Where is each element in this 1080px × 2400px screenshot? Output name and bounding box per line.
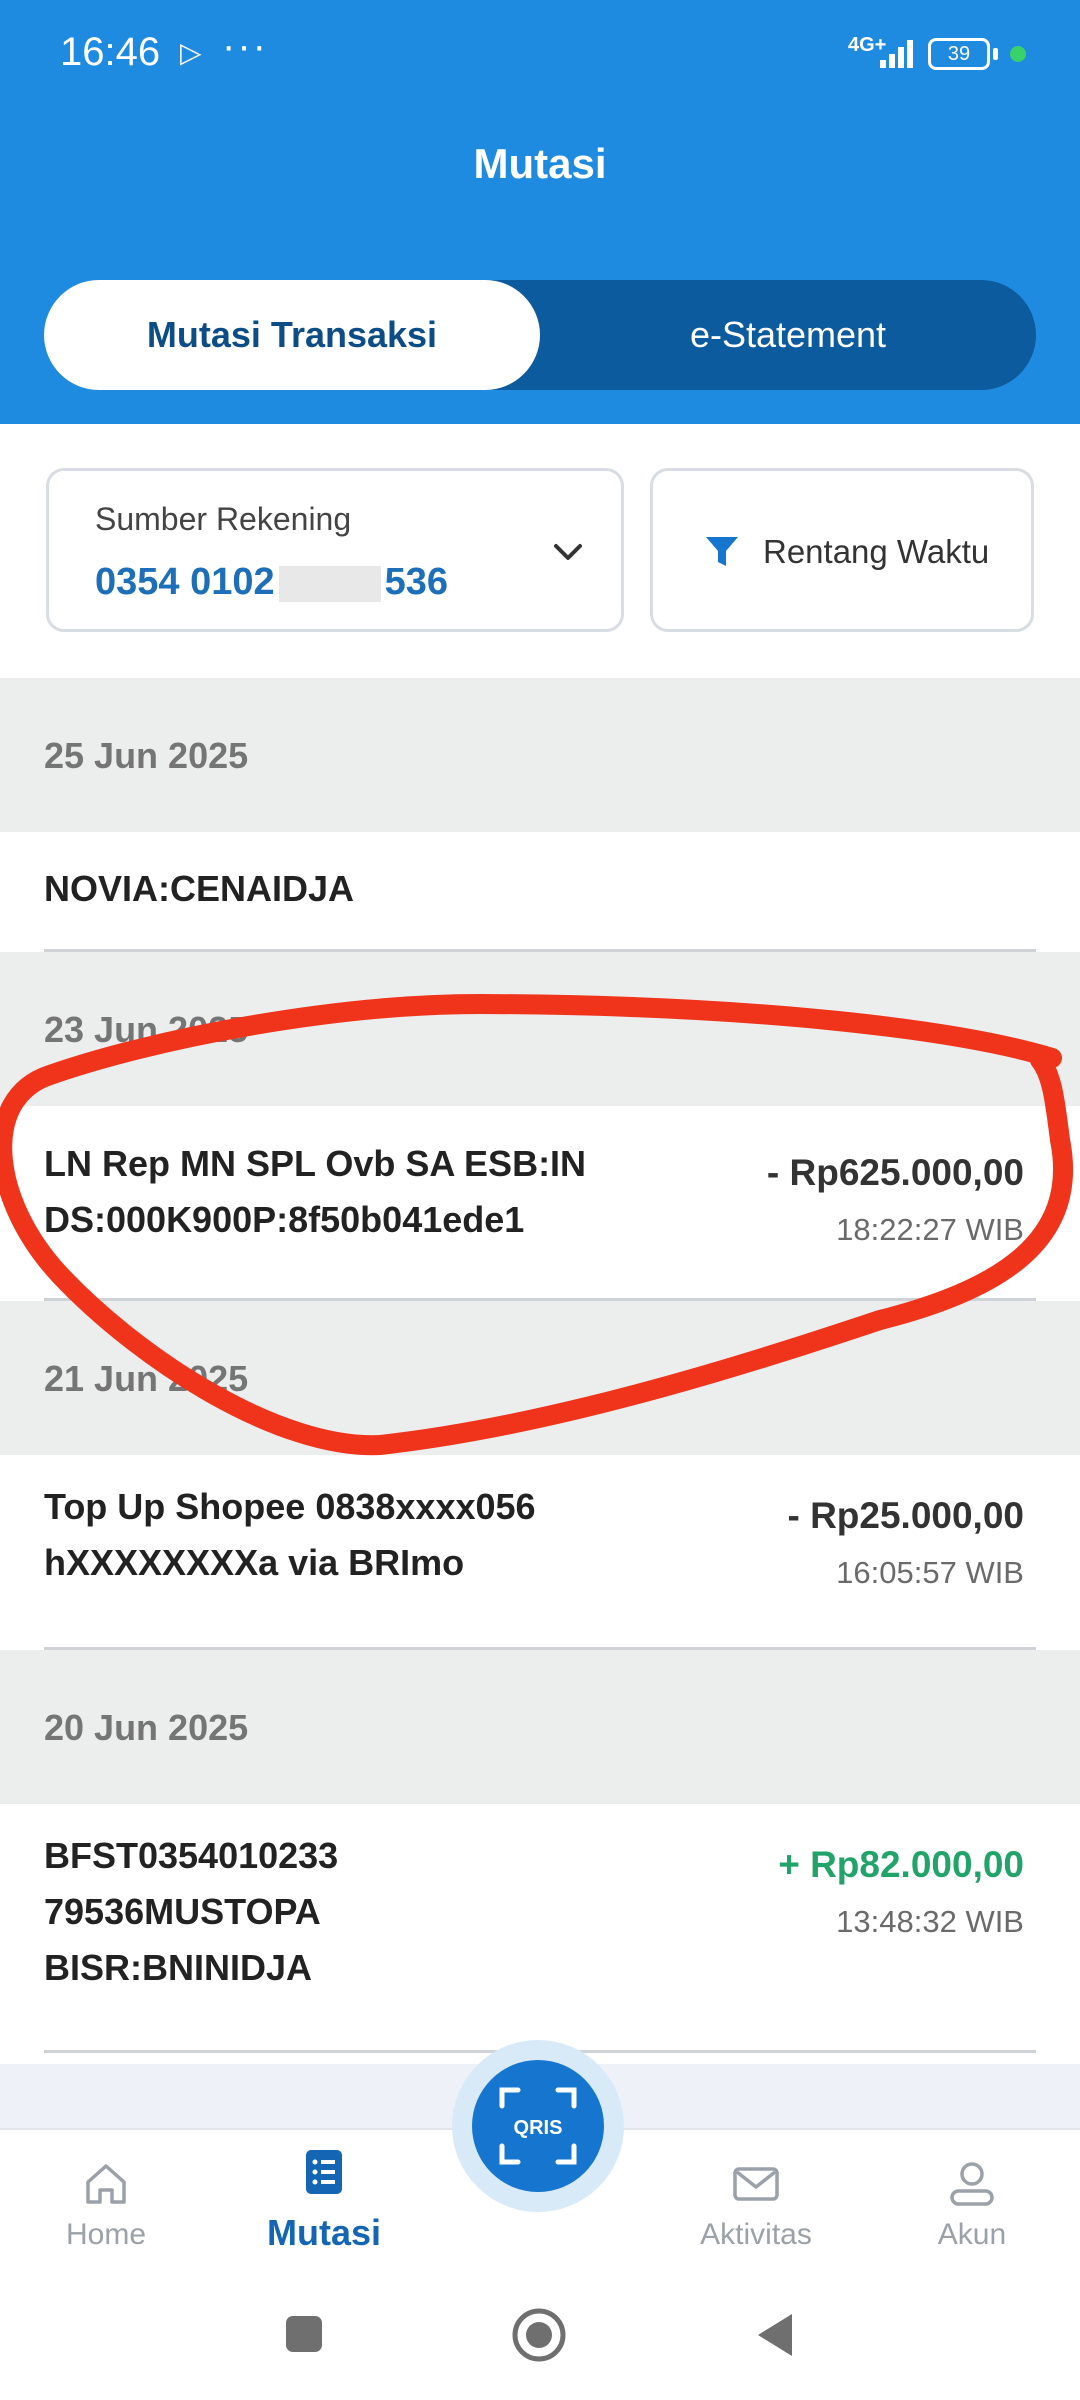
list-document-icon <box>306 2150 342 2194</box>
status-bar: 16:46 ▷ ··· 4G+ 39 <box>0 0 1080 110</box>
nav-mutasi-label: Mutasi <box>266 2212 381 2253</box>
transaction-desc-line: Top Up Shopee 0838xxxx056 <box>44 1486 536 1527</box>
transaction-amount: - Rp625.000,00 <box>766 1152 1024 1193</box>
qris-scan-button[interactable]: QRIS <box>472 2060 604 2192</box>
date-label: 23 Jun 2025 <box>44 1009 249 1050</box>
nav-akun[interactable]: Akun <box>882 2130 1062 2272</box>
status-time: 16:46 <box>60 30 161 74</box>
nav-aktivitas-label: Aktivitas <box>700 2218 812 2251</box>
system-navigation-bar <box>0 2270 1080 2400</box>
date-label: 21 Jun 2025 <box>44 1358 249 1399</box>
transaction-desc-line: hXXXXXXXXa via BRImo <box>44 1542 465 1583</box>
filter-funnel-icon <box>706 537 738 566</box>
transaction-desc-line: 79536MUSTOPA <box>44 1891 321 1932</box>
account-number-redaction <box>278 565 381 602</box>
battery-icon: 39 <box>928 38 990 70</box>
nav-akun-label: Akun <box>937 2218 1007 2251</box>
date-header: 20 Jun 2025 <box>0 1650 1080 1804</box>
transaction-list: 25 Jun 2025 NOVIA:CENAIDJA 23 Jun 2025 L… <box>0 678 1080 2128</box>
back-triangle-icon[interactable] <box>752 2310 798 2360</box>
transaction-time: 13:48:32 WIB <box>836 1904 1024 1939</box>
transaction-row[interactable]: BFST0354010233 79536MUSTOPA BISR:BNINIDJ… <box>0 1804 1080 2052</box>
battery-tip <box>993 48 998 60</box>
account-number-suffix: 536 <box>384 561 449 603</box>
transaction-desc-line: DS:000K900P:8f50b041ede1 <box>44 1199 525 1240</box>
privacy-indicator-dot <box>1010 46 1026 62</box>
time-range-filter-button[interactable]: Rentang Waktu <box>650 468 1034 632</box>
account-source-label: Sumber Rekening <box>95 501 352 537</box>
account-number: 0354 0102 536 <box>95 561 448 604</box>
qris-scan-icon: QRIS <box>499 2087 577 2165</box>
transaction-desc: Top Up Shopee 0838xxxx056 hXXXXXXXXa via… <box>44 1479 536 1591</box>
chevron-down-icon <box>554 544 582 560</box>
transaction-desc-line: BISR:BNINIDJA <box>44 1947 313 1988</box>
more-notifications-icon: ··· <box>222 24 268 68</box>
date-header: 21 Jun 2025 <box>0 1301 1080 1455</box>
nav-aktivitas[interactable]: Aktivitas <box>666 2130 846 2272</box>
tab-e-statement[interactable]: e-Statement <box>540 280 1036 390</box>
nav-home[interactable]: Home <box>16 2130 196 2272</box>
date-label: 20 Jun 2025 <box>44 1707 249 1748</box>
transaction-row[interactable]: LN Rep MN SPL Ovb SA ESB:IN DS:000K900P:… <box>0 1106 1080 1302</box>
nav-mutasi[interactable]: Mutasi <box>234 2130 414 2272</box>
user-icon <box>950 2162 994 2206</box>
time-range-label: Rentang Waktu <box>763 533 990 570</box>
qris-label: QRIS <box>514 2117 563 2139</box>
transaction-amount: - Rp25.000,00 <box>787 1495 1024 1536</box>
transaction-amount: + Rp82.000,00 <box>778 1844 1024 1885</box>
date-label: 25 Jun 2025 <box>44 735 249 776</box>
home-icon <box>86 2164 126 2204</box>
date-header: 23 Jun 2025 <box>0 952 1080 1106</box>
account-source-dropdown[interactable]: Sumber Rekening 0354 0102 536 <box>46 468 624 632</box>
account-number-prefix: 0354 0102 <box>95 561 275 603</box>
nav-home-label: Home <box>65 2218 147 2251</box>
transaction-desc-line: LN Rep MN SPL Ovb SA ESB:IN <box>44 1143 587 1184</box>
home-circle-icon[interactable] <box>510 2306 568 2364</box>
recents-square-icon[interactable] <box>282 2312 326 2356</box>
transaction-desc: NOVIA:CENAIDJA <box>44 868 355 909</box>
transaction-time: 18:22:27 WIB <box>836 1212 1024 1247</box>
transaction-desc: BFST0354010233 79536MUSTOPA BISR:BNINIDJ… <box>44 1828 338 1996</box>
page-title: Mutasi <box>473 140 607 187</box>
app-header: 16:46 ▷ ··· 4G+ 39 Mutasi Mutasi Transak… <box>0 0 1080 424</box>
tab-mutasi-transaksi[interactable]: Mutasi Transaksi <box>44 280 540 390</box>
filter-bar: Sumber Rekening 0354 0102 536 Rentang Wak… <box>0 424 1080 678</box>
play-icon: ▷ <box>180 37 202 68</box>
transaction-row[interactable]: Top Up Shopee 0838xxxx056 hXXXXXXXXa via… <box>0 1455 1080 1649</box>
mail-icon <box>733 2167 779 2201</box>
transaction-row[interactable]: NOVIA:CENAIDJA <box>0 832 1080 956</box>
signal-icon <box>880 38 914 68</box>
tab-bar: Mutasi Transaksi e-Statement <box>44 280 1036 390</box>
transaction-desc-partial <box>44 812 54 854</box>
transaction-desc-line: BFST0354010233 <box>44 1835 339 1876</box>
transaction-desc: LN Rep MN SPL Ovb SA ESB:IN DS:000K900P:… <box>44 1136 586 1248</box>
date-header: 25 Jun 2025 <box>0 678 1080 832</box>
transaction-time: 16:05:57 WIB <box>836 1555 1024 1590</box>
